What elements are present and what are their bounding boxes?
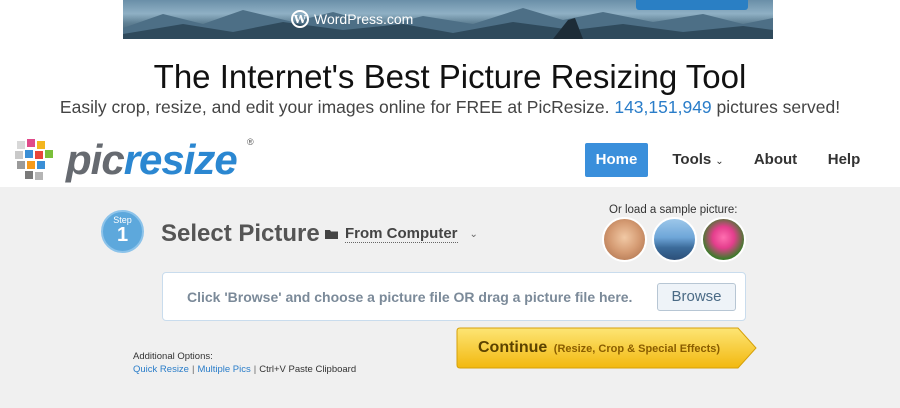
drop-zone-hint: Click 'Browse' and choose a picture file… <box>187 289 633 305</box>
options-heading: Additional Options: <box>133 351 213 362</box>
continue-button[interactable]: Continue (Resize, Crop & Special Effects… <box>456 327 758 369</box>
nav-tools[interactable]: Tools ⌄ <box>670 143 726 177</box>
page-subtitle: Easily crop, resize, and edit your image… <box>0 97 900 118</box>
quick-resize-link[interactable]: Quick Resize <box>133 364 189 375</box>
subtitle-text: Easily crop, resize, and edit your image… <box>59 97 610 117</box>
main-nav: Home Tools ⌄ About Help <box>0 143 900 177</box>
nav-help[interactable]: Help <box>827 143 861 177</box>
continue-text: Continue <box>478 339 548 356</box>
nav-home[interactable]: Home <box>585 143 648 177</box>
page-title: The Internet's Best Picture Resizing Too… <box>153 58 747 95</box>
sample-picture-flower[interactable] <box>701 217 746 262</box>
browse-button[interactable]: Browse <box>657 283 736 311</box>
wordpress-icon: W <box>291 10 309 28</box>
continue-subtext: (Resize, Crop & Special Effects) <box>553 343 721 355</box>
separator: | <box>253 364 257 375</box>
continue-label: Continue (Resize, Crop & Special Effects… <box>478 339 720 357</box>
nav-about[interactable]: About <box>753 143 798 177</box>
step-badge: Step 1 <box>101 210 144 253</box>
file-drop-zone[interactable]: Click 'Browse' and choose a picture file… <box>162 272 746 321</box>
ad-banner[interactable]: W WordPress.com <box>123 0 773 39</box>
options-links: Quick Resize | Multiple Pics | Ctrl+V Paste … <box>133 363 356 376</box>
chevron-down-icon: ⌄ <box>469 228 478 240</box>
separator: | <box>191 364 195 375</box>
subtitle-suffix: pictures served! <box>716 97 841 117</box>
sample-picture-dog[interactable] <box>602 217 647 262</box>
select-picture-heading: Select Picture <box>161 220 320 247</box>
ad-brand: W WordPress.com <box>291 10 413 28</box>
additional-options: Additional Options: Quick Resize | Multipl… <box>133 350 356 376</box>
multiple-pics-link[interactable]: Multiple Pics <box>197 364 250 375</box>
sample-picture-city[interactable] <box>652 217 697 262</box>
source-label: From Computer <box>345 225 458 243</box>
folder-icon <box>325 229 338 239</box>
step-number: 1 <box>116 224 129 246</box>
source-dropdown[interactable]: From Computer ⌄ <box>325 225 478 243</box>
ad-brand-label: WordPress.com <box>314 11 414 27</box>
pictures-count: 143,151,949 <box>614 97 712 117</box>
nav-tools-label: Tools <box>672 151 712 168</box>
ad-cta-button[interactable] <box>636 0 748 10</box>
paste-clipboard-text: Ctrl+V Paste Clipboard <box>259 364 357 375</box>
sample-label: Or load a sample picture: <box>609 204 738 216</box>
chevron-down-icon: ⌄ <box>715 156 724 167</box>
